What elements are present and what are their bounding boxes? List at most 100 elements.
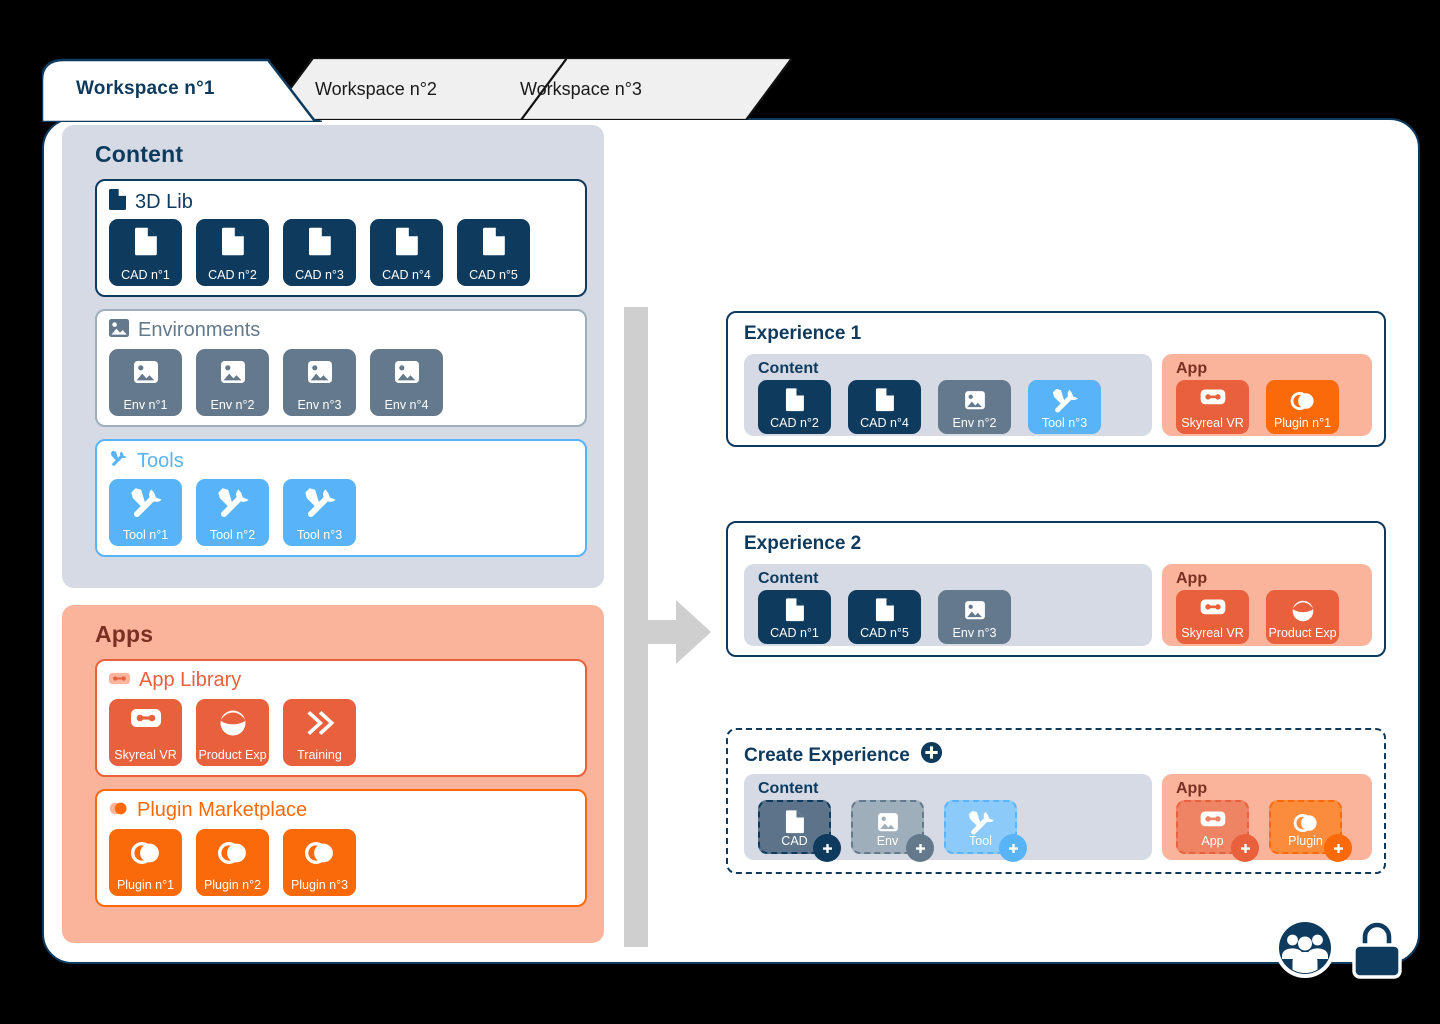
create-experience-panel[interactable]: Create Experience Content CAD Env Tool A… <box>726 728 1386 874</box>
card-app-product-exp[interactable]: Product Exp <box>196 699 269 766</box>
app-sub-label: App <box>1176 570 1208 587</box>
group-3d-lib-title: 3D Lib <box>135 190 193 213</box>
group-environments: Environments Env n°1 Env n°2 Env n°3 Env… <box>95 309 587 427</box>
experience-title-text: Experience 2 <box>744 533 862 554</box>
card-cad-5[interactable]: CAD n°5 <box>457 219 530 286</box>
lock-icon[interactable] <box>1348 917 1406 984</box>
plus-circle-icon[interactable] <box>920 741 943 770</box>
add-env-button[interactable] <box>906 834 934 862</box>
card-app[interactable]: Product Exp <box>1266 590 1339 644</box>
image-icon <box>961 387 989 415</box>
content-sub-label: Content <box>758 780 819 797</box>
group-environments-title: Environments <box>138 319 261 341</box>
image-icon <box>303 356 337 390</box>
card-plugin-1[interactable]: Plugin n°1 <box>109 829 182 896</box>
card-cad[interactable]: CAD n°1 <box>758 590 831 644</box>
add-cad-button[interactable] <box>813 834 841 862</box>
3d-lib-items: CAD n°1 CAD n°2 CAD n°3 CAD n°4 CAD n°5 <box>109 219 530 286</box>
card-tool-3[interactable]: Tool n°3 <box>283 479 356 546</box>
card-cad[interactable]: CAD n°2 <box>758 380 831 434</box>
add-app-button[interactable] <box>1231 834 1259 862</box>
screenshot-root: Workspace n°3 Workspace n°2 Workspace n°… <box>0 0 1440 1024</box>
tab-workspace-1[interactable]: Workspace n°1 <box>42 58 322 122</box>
card-label: Skyreal VR <box>114 748 177 762</box>
group-plugin-marketplace-title: Plugin Marketplace <box>137 799 308 821</box>
users-group-icon[interactable] <box>1274 917 1336 984</box>
right-arrow-icon <box>636 595 711 669</box>
tools-icon <box>303 486 337 520</box>
card-app[interactable]: Skyreal VR <box>1176 590 1249 644</box>
card-cad-4[interactable]: CAD n°4 <box>370 219 443 286</box>
card-env-placeholder[interactable]: Env <box>851 800 934 862</box>
content-sub-label: Content <box>758 360 819 377</box>
card-env[interactable]: Env n°3 <box>938 590 1011 644</box>
card-env[interactable]: Env n°2 <box>938 380 1011 434</box>
image-icon <box>129 356 163 390</box>
group-tools: Tools Tool n°1 Tool n°2 Tool n°3 <box>95 439 587 557</box>
card-env-4[interactable]: Env n°4 <box>370 349 443 416</box>
workspace-window: Workspace n°3 Workspace n°2 Workspace n°… <box>42 58 1420 979</box>
experience-1-panel: Experience 1 Content CAD n°2 CAD n°4 Env… <box>726 311 1386 447</box>
tab-label: Workspace n°3 <box>520 78 642 99</box>
card-app-placeholder[interactable]: App <box>1176 800 1259 862</box>
create-experience-title-text: Create Experience <box>744 744 910 766</box>
document-icon <box>109 189 126 215</box>
card-tool[interactable]: Tool n°3 <box>1028 380 1101 434</box>
group-plugin-marketplace-header: Plugin Marketplace <box>109 799 307 822</box>
document-icon <box>871 387 899 415</box>
add-tool-button[interactable] <box>999 834 1027 862</box>
card-label: Tool n°3 <box>1041 416 1088 430</box>
card-tool-2[interactable]: Tool n°2 <box>196 479 269 546</box>
experience-1-app-items: Skyreal VR Plugin n°1 <box>1176 380 1339 434</box>
content-panel-title: Content <box>95 141 184 167</box>
card-cad[interactable]: CAD n°4 <box>848 380 921 434</box>
card-env-3[interactable]: Env n°3 <box>283 349 356 416</box>
app-library-items: Skyreal VR Product Exp Training <box>109 699 356 766</box>
card-env-1[interactable]: Env n°1 <box>109 349 182 416</box>
card-cad-2[interactable]: CAD n°2 <box>196 219 269 286</box>
environments-items: Env n°1 Env n°2 Env n°3 Env n°4 <box>109 349 443 416</box>
card-plugin[interactable]: Plugin n°1 <box>1266 380 1339 434</box>
card-plugin-3[interactable]: Plugin n°3 <box>283 829 356 896</box>
group-app-library-header: App Library <box>109 669 241 692</box>
image-icon <box>216 356 250 390</box>
experience-1-content-group: Content CAD n°2 CAD n°4 Env n°2 Tool n°3 <box>744 354 1152 436</box>
group-tools-title: Tools <box>137 449 184 472</box>
experience-2-app-items: Skyreal VR Product Exp <box>1176 590 1339 644</box>
card-label: Skyreal VR <box>1181 416 1244 430</box>
plugin-icon <box>109 801 128 821</box>
card-env-2[interactable]: Env n°2 <box>196 349 269 416</box>
document-icon <box>477 226 511 260</box>
card-app[interactable]: Skyreal VR <box>1176 380 1249 434</box>
experience-2-app-group: App Skyreal VR Product Exp <box>1162 564 1372 646</box>
content-panel: Content 3D Lib CAD n°1 CAD n°2 CAD n°3 C… <box>62 125 604 588</box>
corner-icon-group <box>1274 917 1406 984</box>
card-tool-1[interactable]: Tool n°1 <box>109 479 182 546</box>
document-icon <box>781 809 809 837</box>
tools-icon <box>129 486 163 520</box>
card-app-training[interactable]: Training <box>283 699 356 766</box>
card-plugin-placeholder[interactable]: Plugin <box>1269 800 1352 862</box>
add-plugin-button[interactable] <box>1324 834 1352 862</box>
group-tools-header: Tools <box>109 449 184 473</box>
card-label: Env n°4 <box>384 398 429 412</box>
card-cad[interactable]: CAD n°5 <box>848 590 921 644</box>
experience-2-panel: Experience 2 Content CAD n°1 CAD n°5 Env… <box>726 521 1386 657</box>
group-plugin-marketplace: Plugin Marketplace Plugin n°1 Plugin n°2 <box>95 789 587 907</box>
group-app-library: App Library Skyreal VR Product Exp Train… <box>95 659 587 777</box>
card-label: CAD n°5 <box>469 268 518 282</box>
card-label: Env n°2 <box>210 398 255 412</box>
double-chevron-icon <box>303 706 337 740</box>
card-cad-1[interactable]: CAD n°1 <box>109 219 182 286</box>
card-label: Env n°3 <box>952 626 997 640</box>
create-content-group: Content CAD Env Tool <box>744 774 1152 862</box>
card-cad-3[interactable]: CAD n°3 <box>283 219 356 286</box>
card-cad-placeholder[interactable]: CAD <box>758 800 841 862</box>
create-content-items: CAD Env Tool <box>758 800 1027 862</box>
apps-panel-title: Apps <box>95 621 154 647</box>
tools-icon <box>967 809 995 837</box>
card-tool-placeholder[interactable]: Tool <box>944 800 1027 862</box>
card-plugin-2[interactable]: Plugin n°2 <box>196 829 269 896</box>
image-icon <box>390 356 424 390</box>
card-app-skyreal-vr[interactable]: Skyreal VR <box>109 699 182 766</box>
